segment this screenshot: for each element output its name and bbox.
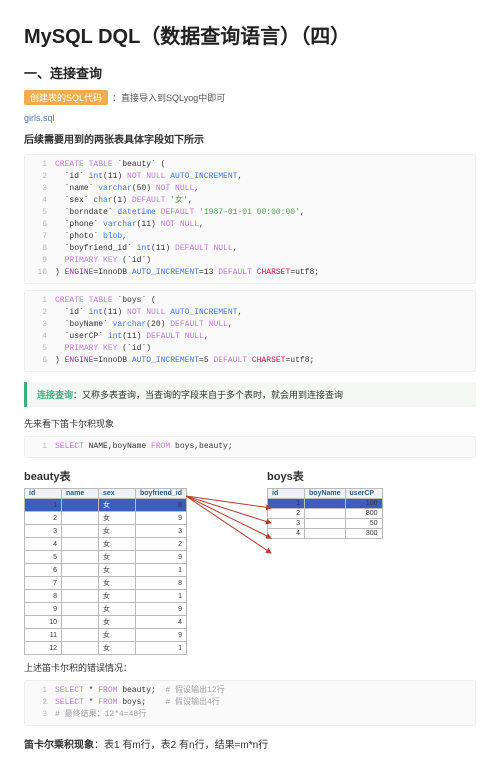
file-link[interactable]: girls.sql [24, 113, 476, 123]
col-header: sex [99, 489, 136, 499]
code-block-beauty: 1CREATE TABLE `beauty` (2 `id` int(11) N… [24, 154, 476, 284]
code-line: 6 `phone` varchar(11) NOT NULL, [25, 219, 475, 231]
col-header: userCP [345, 489, 382, 499]
table-row: 3女3 [25, 525, 187, 538]
beauty-table: idnamesexboyfriend_id1女82女93女34女25女96女17… [24, 488, 187, 655]
section-heading: 一、连接查询 [24, 63, 476, 82]
code-line: 8 `boyfriend_id` int(11) DEFAULT NULL, [25, 243, 475, 255]
col-header: boyfriend_id [136, 489, 187, 499]
code-line: 3 `boyName` varchar(20) DEFAULT NULL, [25, 319, 475, 331]
table-row: 2800 [268, 509, 383, 519]
col-header: id [25, 489, 62, 499]
code-line: 5 `borndate` datetime DEFAULT '1987-01-0… [25, 207, 475, 219]
code-line: 4 `sex` char(1) DEFAULT '女', [25, 195, 475, 207]
boys-table: idboyNameuserCP110028003504300 [267, 488, 383, 539]
code-line: 5 PRIMARY KEY (`id`) [25, 343, 475, 355]
code-block-boys: 1CREATE TABLE `boys` (2 `id` int(11) NOT… [24, 290, 476, 372]
code-line: 3# 最终结果：12*4=48行 [25, 709, 475, 721]
code-line: 1CREATE TABLE `beauty` ( [25, 159, 475, 171]
code-line: 9 PRIMARY KEY (`id`) [25, 255, 475, 267]
table-row: 10女4 [25, 616, 187, 629]
fields-note: 后续需要用到的两张表具体字段如下所示 [24, 131, 476, 146]
table-row: 1女8 [25, 499, 187, 512]
after-tag-text: ：直接导入到SQLyog中即可 [112, 93, 225, 103]
table-row: 8女1 [25, 590, 187, 603]
table-row: 2女9 [25, 512, 187, 525]
summary-rest: ：表1 有m行，表2 有n行，结果=m*n行 [94, 740, 268, 751]
tables-row: beauty表 idnamesexboyfriend_id1女82女93女34女… [24, 464, 476, 655]
table-row: 4300 [268, 529, 383, 539]
table-row: 12女1 [25, 642, 187, 655]
table-row: 9女9 [25, 603, 187, 616]
table-row: 6女1 [25, 564, 187, 577]
code-line: 1SELECT NAME,boyName FROM boys,beauty; [25, 441, 475, 453]
col-header: boyName [305, 489, 346, 499]
code-line: 1CREATE TABLE `boys` ( [25, 295, 475, 307]
callout-join: 连接查询：又称多表查询，当查询的字段来自于多个表时，就会用到连接查询 [24, 382, 476, 407]
cartesian-error-note: 上述笛卡尔积的错误情况： [24, 661, 476, 674]
code-block-cartesian: 1SELECT * FROM beauty; # 假设输出12行2SELECT … [24, 680, 476, 726]
table-row: 4女2 [25, 538, 187, 551]
code-line: 2 `id` int(11) NOT NULL AUTO_INCREMENT, [25, 307, 475, 319]
table-row: 350 [268, 519, 383, 529]
arrows-icon [186, 488, 276, 578]
code-line: 7 `photo` blob, [25, 231, 475, 243]
cartesian-summary: 笛卡尔乘积现象：表1 有m行，表2 有n行，结果=m*n行 [24, 736, 476, 751]
code-line: 1SELECT * FROM beauty; # 假设输出12行 [25, 685, 475, 697]
sql-tag: 创建表的SQL代码 [24, 90, 108, 105]
intro-line: 创建表的SQL代码 ：直接导入到SQLyog中即可 [24, 90, 476, 105]
table-row: 1100 [268, 499, 383, 509]
code-line: 4 `userCP` int(11) DEFAULT NULL, [25, 331, 475, 343]
code-block-select-join: 1SELECT NAME,boyName FROM boys,beauty; [24, 436, 476, 458]
callout-text: ：又称多表查询，当查询的字段来自于多个表时，就会用到连接查询 [73, 390, 343, 400]
summary-bold: 笛卡尔乘积现象 [24, 740, 94, 751]
cartesian-intro: 先来看下笛卡尔积现象 [24, 417, 476, 430]
col-header: name [62, 489, 99, 499]
table-row: 5女9 [25, 551, 187, 564]
code-line: 2 `id` int(11) NOT NULL AUTO_INCREMENT, [25, 171, 475, 183]
code-line: 6) ENGINE=InnoDB AUTO_INCREMENT=5 DEFAUL… [25, 355, 475, 367]
table-row: 11女9 [25, 629, 187, 642]
page-title: MySQL DQL（数据查询语言）（四） [24, 20, 476, 49]
table-row: 7女8 [25, 577, 187, 590]
code-line: 2SELECT * FROM boys; # 假设输出4行 [25, 697, 475, 709]
boys-title: boys表 [267, 468, 383, 484]
code-line: 3 `name` varchar(50) NOT NULL, [25, 183, 475, 195]
beauty-title: beauty表 [24, 468, 187, 484]
code-line: 10) ENGINE=InnoDB AUTO_INCREMENT=13 DEFA… [25, 267, 475, 279]
col-header: id [268, 489, 305, 499]
callout-tag: 连接查询 [37, 390, 73, 400]
